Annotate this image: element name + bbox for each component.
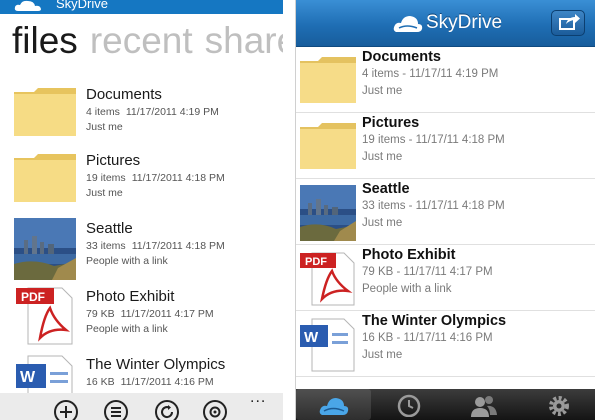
item-name: The Winter Olympics [362,313,507,329]
pivot-recent[interactable]: recent [90,20,193,61]
tab-skydrive[interactable] [296,389,371,420]
item-name: Documents [362,49,441,65]
tab-settings[interactable] [521,389,595,420]
tab-recent[interactable] [371,389,446,420]
pdf-icon: PDF [16,287,73,345]
list-item-pictures[interactable]: Pictures 19 items 11/17/2011 4:18 PM Just… [14,150,283,216]
more-menu[interactable]: ... [250,389,266,407]
item-meta: 16 KB - 11/17/11 4:16 PM [362,332,493,344]
item-sharing: Just me [362,217,403,229]
item-sharing: Just me [86,187,123,199]
item-sharing: People with a link [86,255,168,267]
add-icon[interactable] [54,400,78,420]
refresh-icon[interactable] [155,400,179,420]
list-item-documents[interactable]: Documents 4 items 11/17/2011 4:19 PM Just… [14,84,283,150]
list-item-winter-olympics[interactable]: W The Winter Olympics 16 KB - 11/17/11 4… [296,311,595,377]
pivot-shared[interactable]: shared [205,20,283,61]
svg-text:PDF: PDF [21,290,45,304]
svg-text:PDF: PDF [305,256,327,268]
recent-clock-icon [397,394,421,417]
folder-icon [14,88,76,136]
windows-phone-screen: SkyDrive files recent shared Documents 4 i… [0,0,283,420]
item-name: Pictures [362,115,420,131]
navigation-bar: SkyDrive [296,0,595,47]
list-item-photo-exhibit[interactable]: PDF Photo Exhibit 79 KB 11/17/2011 4:17 P… [14,286,283,352]
item-meta: 19 items 11/17/2011 4:18 PM [86,172,225,184]
pdf-icon: PDF [300,252,355,306]
settings-gear-icon [549,396,569,416]
item-sharing: Just me [362,151,403,163]
app-bar: ... [0,389,283,420]
item-sharing: Just me [362,349,403,361]
item-name: Pictures [86,152,141,169]
item-meta: 33 items 11/17/2011 4:18 PM [86,240,225,252]
pivot-header: files recent shared [12,20,283,62]
item-sharing: Just me [362,85,403,97]
select-icon[interactable] [104,400,128,420]
word-doc-icon: W [300,318,355,372]
skydrive-logo-icon [14,0,42,11]
skydrive-icon [319,398,349,415]
list-item-pictures[interactable]: Pictures 19 items - 11/17/11 4:18 PM Jus… [296,113,595,179]
list-item-seattle[interactable]: Seattle 33 items 11/17/2011 4:18 PM Peopl… [14,218,283,284]
seattle-photo-thumbnail [14,218,76,280]
tab-shared[interactable] [446,389,521,420]
share-button[interactable] [551,10,585,36]
list-item-documents[interactable]: Documents 4 items - 11/17/11 4:19 PM Jus… [296,47,595,113]
pivot-files[interactable]: files [12,20,78,61]
svg-text:W: W [20,369,36,386]
iphone-screen: SkyDrive Documents 4 items - 11/17/11 4:… [295,0,595,420]
item-meta: 19 items - 11/17/11 4:18 PM [362,134,505,146]
seattle-photo-thumbnail [300,185,356,241]
item-meta: 33 items - 11/17/11 4:18 PM [362,200,505,212]
item-sharing: People with a link [362,283,452,295]
wp-title-bar: SkyDrive [0,0,283,14]
item-name: Photo Exhibit [86,288,175,305]
item-name: The Winter Olympics [86,356,226,373]
item-name: Photo Exhibit [362,247,456,263]
item-meta: 16 KB 11/17/2011 4:16 PM [86,376,214,388]
folder-icon [300,123,356,169]
app-title: SkyDrive [56,0,109,11]
item-sharing: People with a link [86,323,168,335]
item-meta: 4 items 11/17/2011 4:19 PM [86,106,219,118]
skydrive-logo-icon [393,16,423,32]
item-name: Documents [86,86,162,103]
item-sharing: Just me [86,121,123,133]
item-name: Seattle [86,220,133,237]
tab-bar [296,389,595,420]
item-name: Seattle [362,181,410,197]
svg-text:W: W [304,329,319,346]
folder-icon [14,154,76,202]
settings-icon[interactable] [203,400,227,420]
item-meta: 4 items - 11/17/11 4:19 PM [362,68,499,80]
folder-icon [300,57,356,103]
share-icon [559,14,580,30]
list-item-seattle[interactable]: Seattle 33 items - 11/17/11 4:18 PM Just… [296,179,595,245]
shared-people-icon [471,396,497,417]
list-item-photo-exhibit[interactable]: PDF Photo Exhibit 79 KB - 11/17/11 4:17 … [296,245,595,311]
item-meta: 79 KB 11/17/2011 4:17 PM [86,308,214,320]
item-meta: 79 KB - 11/17/11 4:17 PM [362,266,493,278]
app-title: SkyDrive [426,12,503,33]
